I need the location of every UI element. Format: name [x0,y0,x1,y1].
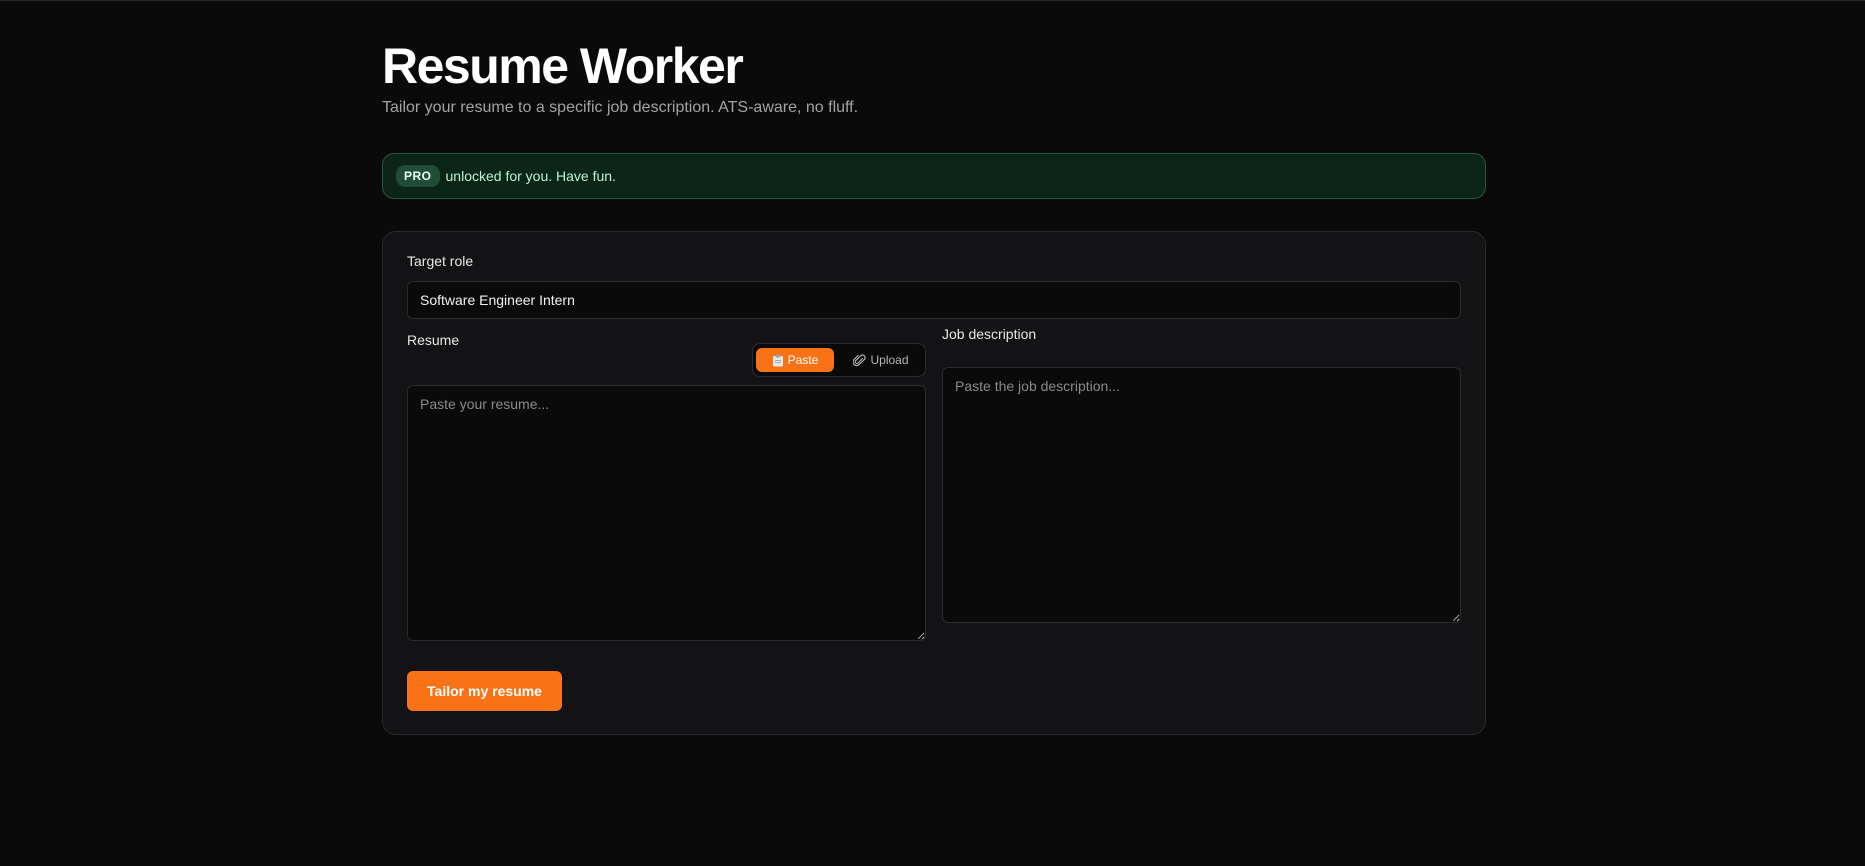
banner-text: unlocked for you. Have fun. [445,168,616,184]
target-role-label: Target role [407,253,474,269]
resume-label: Resume [407,332,460,348]
top-divider [0,0,1865,1]
page-title: Resume Worker [382,38,744,94]
tailor-resume-button[interactable]: Tailor my resume [407,671,562,711]
pro-badge: PRO [396,165,440,187]
upload-mode-button[interactable]: Upload [841,348,921,372]
paste-mode-label: Paste [787,353,819,367]
resume-input-mode-toggle: Paste Upload [752,343,926,377]
upload-mode-label: Upload [870,353,909,367]
pro-unlocked-banner: PRO unlocked for you. Have fun. [382,153,1486,199]
job-description-label: Job description [942,326,1037,342]
page-subtitle: Tailor your resume to a specific job des… [382,99,859,116]
paperclip-icon [853,353,867,366]
target-role-input[interactable] [407,281,1461,319]
resume-textarea[interactable] [407,385,926,641]
job-description-textarea[interactable] [942,367,1461,623]
paste-mode-button[interactable]: Paste [756,348,834,372]
resume-form-card: Target role Resume Paste Upload J [382,231,1486,735]
clipboard-icon [772,354,783,366]
